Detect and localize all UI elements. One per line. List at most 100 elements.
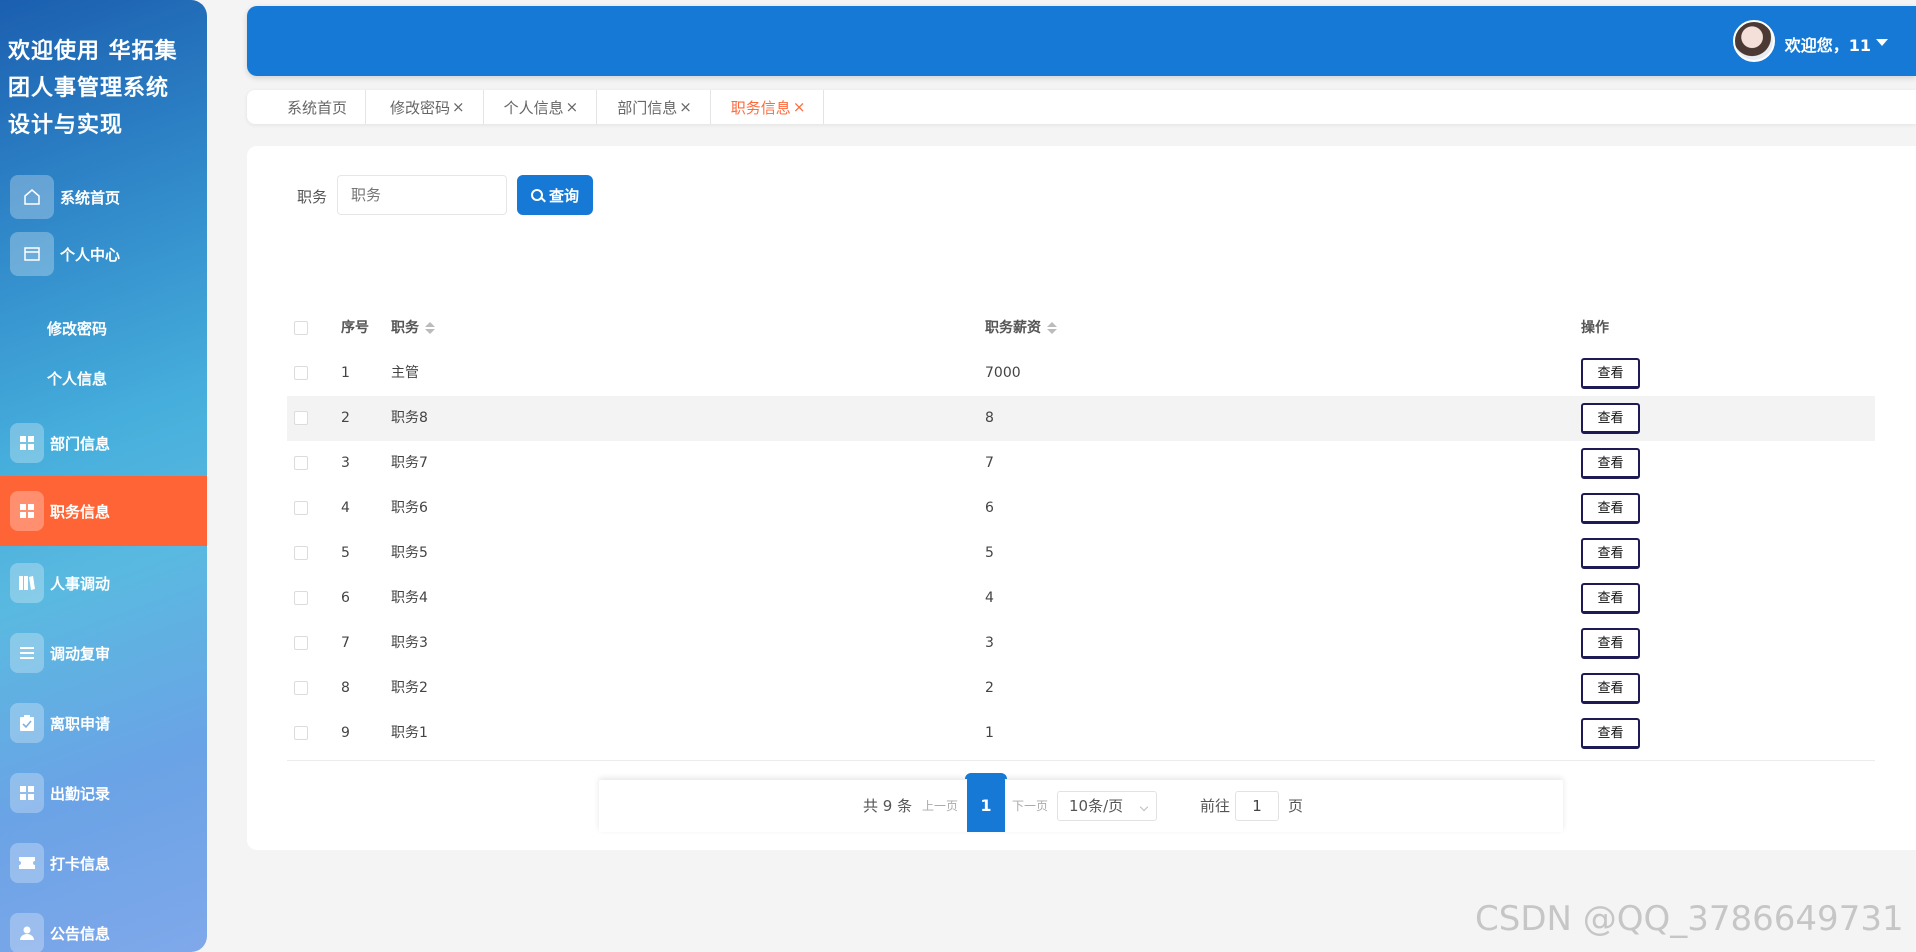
row-index: 8 [341,680,350,696]
watermark: CSDN @QQ_3786649731 [1475,899,1904,939]
search-button[interactable]: 查询 [517,175,593,215]
view-button[interactable]: 查看 [1581,672,1640,704]
row-salary: 4 [985,590,994,606]
row-checkbox[interactable] [294,666,308,711]
sidebar-item-label: 打卡信息 [50,854,111,873]
prev-page-button[interactable]: 上一页 [922,797,958,814]
row-index: 7 [341,635,350,651]
row-index: 9 [341,725,350,741]
tab-label: 系统首页 [287,98,348,117]
position-table: 序号 职务 职务薪资 操作 1 主管 7000 查看 2 职务8 8 查看 3 职务7 7 查看 4 职务… [287,306,1875,756]
row-checkbox[interactable] [294,441,308,486]
tab-home[interactable]: 系统首页 [247,90,367,124]
top-header: 欢迎您，11 [247,6,1916,76]
sidebar-item-announcement[interactable]: 公告信息 [0,906,207,952]
sidebar-item-label: 系统首页 [60,188,121,207]
sidebar-item-clock-in[interactable]: 打卡信息 [0,836,207,890]
sidebar-item-label: 人事调动 [50,574,111,593]
sidebar-item-position[interactable]: 职务信息 [0,476,207,546]
view-button[interactable]: 查看 [1581,582,1640,614]
table-row: 9 职务1 1 查看 [287,711,1875,756]
view-button[interactable]: 查看 [1581,492,1640,524]
row-index: 4 [341,500,350,516]
column-header-name[interactable]: 职务 [391,306,435,351]
tab-label: 修改密码 [390,98,451,117]
table-row: 6 职务4 4 查看 [287,576,1875,621]
tab-position[interactable]: 职务信息 × [711,90,825,124]
sidebar-item-attendance[interactable]: 出勤记录 [0,766,207,820]
row-checkbox[interactable] [294,576,308,621]
column-header-salary[interactable]: 职务薪资 [985,306,1057,351]
main-panel: 职务 查询 序号 职务 职务薪资 操作 1主管7000查看2职务88查看3职务7… [247,146,1916,850]
close-icon[interactable]: × [679,98,692,116]
row-checkbox[interactable] [294,396,308,441]
sidebar-subitem-change-password[interactable]: 修改密码 [47,318,107,339]
close-icon[interactable]: × [566,98,579,116]
search-icon [530,189,543,201]
ticket-icon [10,843,44,883]
row-salary: 7 [985,455,994,471]
avatar[interactable] [1733,20,1775,62]
row-position-name: 职务3 [391,635,428,651]
sidebar-item-label: 个人中心 [60,245,121,264]
table-row: 8 职务2 2 查看 [287,666,1875,711]
goto-page-input[interactable] [1235,791,1279,821]
home-icon [10,175,54,219]
tab-label: 职务信息 [730,98,791,117]
app-title: 欢迎使用 华拓集团人事管理系统设计与实现 [8,39,178,138]
sidebar-item-personal-center[interactable]: 个人中心 [0,227,207,281]
row-position-name: 职务2 [391,680,428,696]
sidebar-item-transfer[interactable]: 人事调动 [0,556,207,610]
chevron-down-icon[interactable] [1876,39,1888,46]
row-checkbox[interactable] [294,621,308,666]
row-checkbox[interactable] [294,486,308,531]
sort-icon[interactable] [425,322,435,334]
table-row: 7 职务3 3 查看 [287,621,1875,666]
tab-label: 部门信息 [617,98,678,117]
row-salary: 3 [985,635,994,651]
next-page-button[interactable]: 下一页 [1012,797,1048,814]
select-all-checkbox[interactable] [294,306,308,351]
row-checkbox[interactable] [294,531,308,576]
tab-change-password[interactable]: 修改密码 × [366,90,484,124]
view-button[interactable]: 查看 [1581,447,1640,479]
row-actions: 查看 [1581,621,1640,666]
search-input[interactable] [337,175,507,215]
row-index: 2 [341,410,350,426]
row-index: 6 [341,590,350,606]
row-checkbox[interactable] [294,711,308,756]
page-size-select[interactable]: 10条/页 [1057,791,1157,821]
table-row: 5 职务5 5 查看 [287,531,1875,576]
close-icon[interactable]: × [793,98,806,116]
row-actions: 查看 [1581,711,1640,756]
sidebar-item-resignation[interactable]: 离职申请 [0,696,207,750]
welcome-text[interactable]: 欢迎您，11 [1785,32,1871,56]
table-row: 1 主管 7000 查看 [287,351,1875,396]
row-checkbox[interactable] [294,351,308,396]
row-salary: 1 [985,725,994,741]
view-button[interactable]: 查看 [1581,717,1640,749]
current-page[interactable]: 1 [965,773,1007,832]
user-icon [10,913,44,952]
row-actions: 查看 [1581,351,1640,396]
tab-department[interactable]: 部门信息 × [597,90,711,124]
view-button[interactable]: 查看 [1581,402,1640,434]
row-index: 1 [341,365,350,381]
sidebar-item-transfer-review[interactable]: 调动复审 [0,626,207,680]
chevron-down-icon [1139,802,1149,812]
sidebar-subitem-personal-info[interactable]: 个人信息 [47,368,107,389]
view-button[interactable]: 查看 [1581,537,1640,569]
view-button[interactable]: 查看 [1581,357,1640,389]
close-icon[interactable]: × [452,98,465,116]
row-position-name: 主管 [391,365,419,381]
grid-icon [10,773,44,813]
window-icon [10,232,54,276]
tab-label: 个人信息 [503,98,564,117]
sidebar-item-home[interactable]: 系统首页 [0,170,207,224]
sidebar-item-department[interactable]: 部门信息 [0,416,207,470]
row-salary: 2 [985,680,994,696]
sort-icon[interactable] [1047,322,1057,334]
tab-personal-info[interactable]: 个人信息 × [484,90,598,124]
search-button-label: 查询 [548,186,579,205]
view-button[interactable]: 查看 [1581,627,1640,659]
